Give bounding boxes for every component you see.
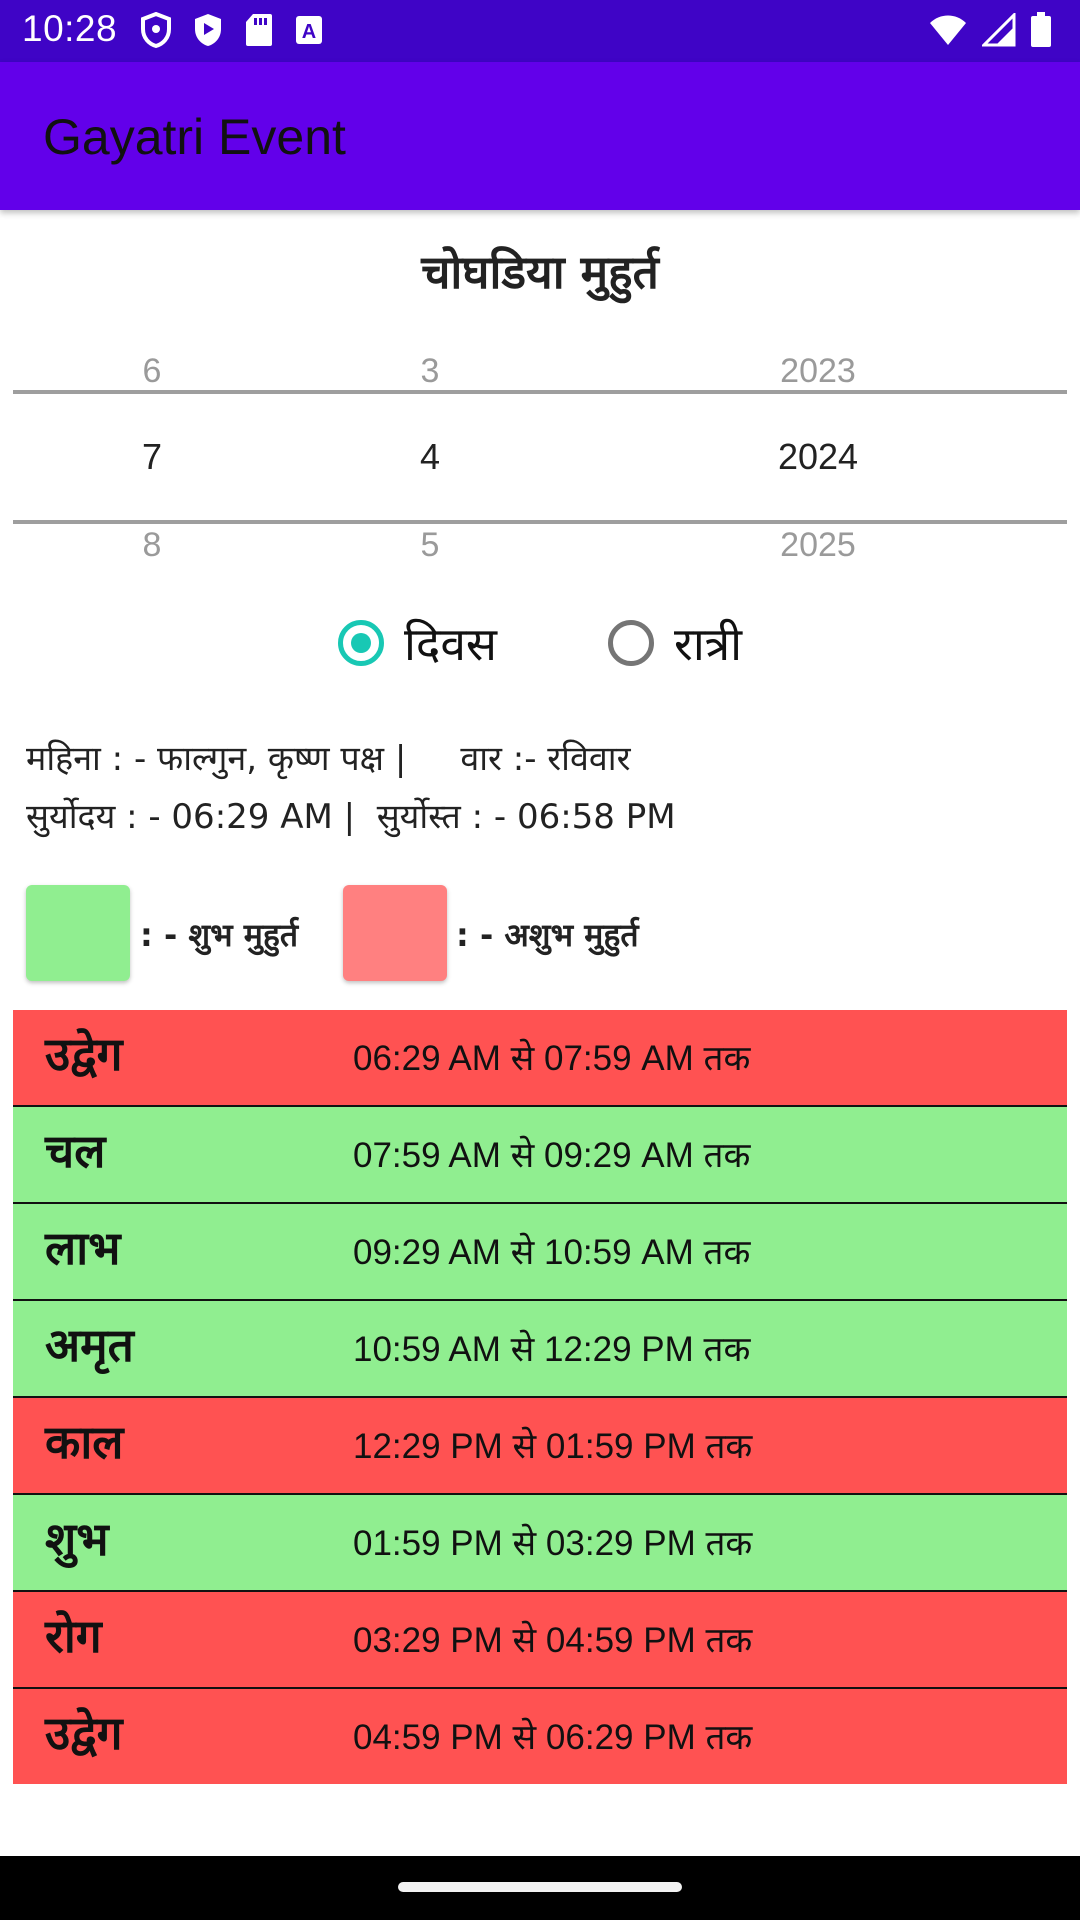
- muhurat-row[interactable]: उद्वेग 04:59 PM से 06:29 PM तक: [13, 1689, 1067, 1784]
- muhurat-time: 04:59 PM से 06:29 PM तक: [353, 1718, 753, 1757]
- day-prev[interactable]: 6: [22, 352, 282, 391]
- legend: : - शुभ मुहुर्त : - अशुभ मुहुर्त: [0, 885, 1080, 985]
- mode-radio-group: दिवस रात्री: [0, 612, 1080, 692]
- status-system-icons: [928, 12, 1052, 48]
- muhurat-row[interactable]: उद्वेग 06:29 AM से 07:59 AM तक: [13, 1010, 1067, 1107]
- muhurat-name: उद्वेग: [45, 1027, 123, 1081]
- muhurat-name: चल: [45, 1124, 106, 1178]
- radio-night-indicator[interactable]: [608, 620, 654, 666]
- cell-signal-icon: [982, 13, 1016, 47]
- muhurat-row[interactable]: रोग 03:29 PM से 04:59 PM तक: [13, 1592, 1067, 1689]
- month-next[interactable]: 5: [300, 526, 560, 565]
- day-current[interactable]: 7: [22, 436, 282, 478]
- muhurat-name: लाभ: [45, 1221, 121, 1275]
- radio-night-label[interactable]: रात्री: [674, 612, 742, 674]
- page-title: चोघडिया मुहुर्त: [421, 245, 659, 299]
- date-picker[interactable]: 6 7 8 3 4 5 2023 2024 2025: [0, 340, 1080, 570]
- year-current[interactable]: 2024: [688, 436, 948, 478]
- auspicious-legend-label: : - शुभ मुहुर्त: [140, 916, 299, 954]
- status-bar: 10:28 A: [0, 0, 1080, 62]
- keyboard-a-icon: A: [294, 12, 324, 48]
- muhurat-name: शुभ: [45, 1512, 109, 1566]
- navigation-bar: [0, 1856, 1080, 1920]
- sunrise-sunset-info: सुर्योदय : - 06:29 AM | सुर्योस्त : - 06…: [26, 797, 676, 837]
- muhurat-time: 06:29 AM से 07:59 AM तक: [353, 1039, 751, 1078]
- muhurat-time: 12:29 PM से 01:59 PM तक: [353, 1427, 753, 1466]
- muhurat-row[interactable]: अमृत 10:59 AM से 12:29 PM तक: [13, 1301, 1067, 1398]
- muhurat-row[interactable]: लाभ 09:29 AM से 10:59 AM तक: [13, 1204, 1067, 1301]
- app-title: Gayatri Event: [43, 109, 346, 165]
- app-bar: Gayatri Event: [0, 62, 1080, 210]
- muhurat-name: काल: [45, 1415, 124, 1469]
- muhurat-time: 07:59 AM से 09:29 AM तक: [353, 1136, 751, 1175]
- play-protect-icon: [192, 12, 224, 48]
- muhurat-row[interactable]: चल 07:59 AM से 09:29 AM तक: [13, 1107, 1067, 1204]
- muhurat-row[interactable]: शुभ 01:59 PM से 03:29 PM तक: [13, 1495, 1067, 1592]
- auspicious-swatch: [26, 885, 130, 981]
- muhurat-name: अमृत: [45, 1318, 134, 1372]
- inauspicious-legend-label: : - अशुभ मुहुर्त: [456, 916, 639, 954]
- status-time: 10:28: [22, 8, 118, 49]
- muhurat-time: 01:59 PM से 03:29 PM तक: [353, 1524, 753, 1563]
- status-notification-icons: A: [140, 12, 324, 48]
- day-next[interactable]: 8: [22, 526, 282, 565]
- month-current[interactable]: 4: [300, 436, 560, 478]
- radio-night[interactable]: रात्री: [608, 612, 742, 674]
- month-prev[interactable]: 3: [300, 352, 560, 391]
- wifi-icon: [928, 13, 968, 47]
- month-weekday-info: महिना : - फाल्गुन, कृष्ण पक्ष | वार :- र…: [26, 739, 631, 779]
- shield-icon: [140, 12, 172, 48]
- muhurat-name: उद्वेग: [45, 1706, 123, 1760]
- radio-day-indicator[interactable]: [338, 620, 384, 666]
- sd-card-icon: [244, 12, 274, 48]
- year-prev[interactable]: 2023: [688, 352, 948, 391]
- muhurat-row[interactable]: काल 12:29 PM से 01:59 PM तक: [13, 1398, 1067, 1495]
- muhurat-time: 09:29 AM से 10:59 AM तक: [353, 1233, 751, 1272]
- muhurat-name: रोग: [45, 1609, 102, 1663]
- home-gesture-handle[interactable]: [398, 1882, 682, 1892]
- inauspicious-swatch: [343, 885, 447, 981]
- picker-divider-bottom: [13, 520, 1067, 524]
- muhurat-time: 10:59 AM से 12:29 PM तक: [353, 1330, 751, 1369]
- year-next[interactable]: 2025: [688, 526, 948, 565]
- muhurat-table: उद्वेग 06:29 AM से 07:59 AM तक चल 07:59 …: [13, 1010, 1067, 1784]
- muhurat-time: 03:29 PM से 04:59 PM तक: [353, 1621, 753, 1660]
- radio-day-label[interactable]: दिवस: [404, 612, 497, 674]
- radio-day[interactable]: दिवस: [338, 612, 497, 674]
- battery-icon: [1030, 12, 1052, 48]
- svg-text:A: A: [302, 21, 316, 43]
